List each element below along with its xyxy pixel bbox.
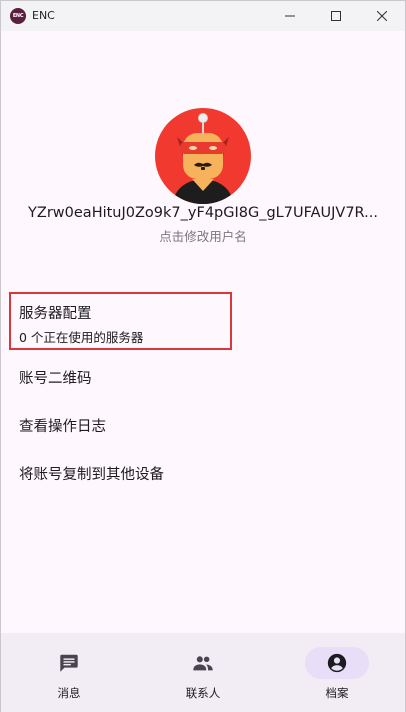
username-edit-hint[interactable]: 点击修改用户名 xyxy=(1,226,405,245)
window-title: ENC xyxy=(32,9,55,22)
menu-item-copy-account[interactable]: 将账号复制到其他设备 xyxy=(19,463,389,484)
highlight-box xyxy=(9,292,232,350)
nav-icon-container xyxy=(37,647,101,679)
profile-page: YZrw0eaHituJ0Zo9k7_yF4pGI8G_gL7UFAUJV7R.… xyxy=(1,31,405,633)
nav-item-profile[interactable]: 档案 xyxy=(270,633,404,712)
menu-item-label: 账号二维码 xyxy=(19,371,92,387)
nav-icon-container xyxy=(171,647,235,679)
bottom-navigation: 消息 联系人 档案 xyxy=(1,633,405,712)
username[interactable]: YZrw0eaHituJ0Zo9k7_yF4pGI8G_gL7UFAUJV7R.… xyxy=(1,205,405,221)
account-circle-icon xyxy=(327,653,347,673)
menu-item-operation-log[interactable]: 查看操作日志 xyxy=(19,415,389,436)
nav-label: 联系人 xyxy=(185,686,221,700)
app-window: ENC ENC YZrw0eaHituJ0Zo9k7_yF4pGI8G_gL7U… xyxy=(0,0,406,712)
chat-icon xyxy=(60,654,78,672)
robot-avatar-icon xyxy=(155,108,251,204)
minimize-icon xyxy=(285,15,295,17)
menu-item-account-qrcode[interactable]: 账号二维码 xyxy=(19,367,389,388)
app-logo-icon: ENC xyxy=(10,8,26,24)
avatar[interactable] xyxy=(154,107,252,205)
nav-icon-container xyxy=(305,647,369,679)
nav-label: 消息 xyxy=(57,686,81,700)
menu-item-label: 将账号复制到其他设备 xyxy=(19,467,164,483)
people-icon xyxy=(193,656,213,671)
nav-item-contacts[interactable]: 联系人 xyxy=(136,633,270,712)
maximize-icon xyxy=(331,11,341,21)
minimize-button[interactable] xyxy=(267,1,313,31)
menu-item-label: 查看操作日志 xyxy=(19,419,106,435)
nav-item-messages[interactable]: 消息 xyxy=(2,633,136,712)
maximize-button[interactable] xyxy=(313,1,359,31)
close-button[interactable] xyxy=(359,1,405,31)
close-icon xyxy=(377,11,387,21)
title-bar: ENC ENC xyxy=(1,1,405,31)
nav-label: 档案 xyxy=(325,686,349,700)
